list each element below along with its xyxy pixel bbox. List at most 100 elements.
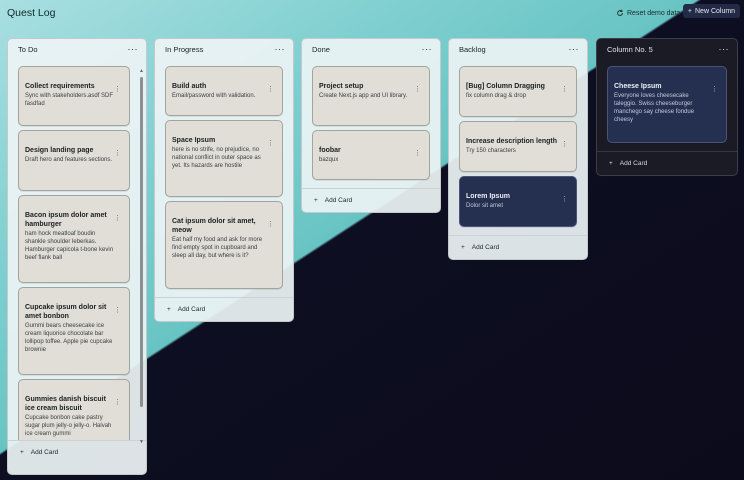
card-menu-icon[interactable]: ⋮ (267, 86, 274, 93)
plus-icon: + (461, 244, 465, 251)
add-card-label: Add Card (30, 449, 59, 456)
column-header: In Progress ··· (155, 39, 293, 59)
card-description: fix column drag & drop (466, 93, 527, 100)
column-menu-icon[interactable]: ··· (719, 44, 730, 54)
card-title: Build auth (172, 83, 207, 90)
card[interactable]: [Bug] Column Dragging fix column drag & … (459, 66, 577, 117)
card[interactable]: Increase description length Try 150 char… (459, 121, 577, 172)
card-description: Draft hero and features sections. (25, 157, 113, 164)
card[interactable]: Design landing page Draft hero and featu… (18, 130, 130, 191)
column-title: Backlog (459, 44, 486, 54)
add-card-button[interactable]: + Add Card (597, 151, 737, 175)
card-menu-icon[interactable]: ⋮ (114, 86, 121, 93)
column-menu-icon[interactable]: ··· (569, 44, 580, 54)
card-menu-icon[interactable]: ⋮ (267, 140, 274, 147)
column-menu-icon[interactable]: ··· (128, 44, 139, 54)
plus-icon: + (687, 7, 692, 15)
card-description: bazqux (319, 157, 339, 164)
scroll-down-icon[interactable]: ▼ (139, 440, 144, 445)
add-card-button[interactable]: + Add Card (8, 440, 146, 464)
card-description: Gummi bears cheesecake ice cream liquori… (25, 323, 113, 354)
column-todo: To Do ··· Collect requirements Sync with… (7, 38, 147, 475)
card-title: [Bug] Column Dragging (466, 83, 545, 90)
card[interactable]: Gummies danish biscuit ice cream biscuit… (18, 379, 130, 440)
card-list: Project setup Create Next.js app and UI … (302, 59, 440, 188)
plus-icon: + (609, 160, 613, 167)
add-card-button[interactable]: + Add Card (449, 235, 587, 259)
card-menu-icon[interactable]: ⋮ (267, 221, 274, 228)
new-column-label: New Column (695, 7, 736, 15)
top-bar: Quest Log Reset demo data + New Column (0, 0, 744, 26)
card[interactable]: Collect requirements Sync with stakehold… (18, 66, 130, 126)
card-description: Sync with stakeholders.asdf SDF fasdfad (25, 93, 114, 108)
card-title: foobar (319, 147, 341, 154)
card-title: Gummies danish biscuit ice cream biscuit (25, 396, 106, 413)
card-description: Everyone loves cheesecake taleggio. Swis… (614, 93, 695, 124)
card[interactable]: foobar bazqux ⋮ (312, 130, 430, 180)
card[interactable]: Bacon ipsum dolor amet hamburger ham hoc… (18, 195, 130, 283)
card[interactable]: Lorem Ipsum Dolor sit amet ⋮ (459, 176, 577, 227)
column-title: Done (312, 44, 330, 54)
card-description: Dolor sit amet (466, 203, 504, 210)
card-description: Cupcake bonbon cake pastry sugar plum je… (25, 415, 112, 438)
card-title: Cupcake ipsum dolor sit amet bonbon (25, 304, 107, 321)
card-menu-icon[interactable]: ⋮ (114, 399, 121, 406)
card-menu-icon[interactable]: ⋮ (711, 86, 718, 93)
column-no-5: Column No. 5 ··· Cheese Ipsum Everyone l… (596, 38, 738, 176)
column-in-progress: In Progress ··· Build auth Email/passwor… (154, 38, 294, 322)
column-header: Column No. 5 ··· (597, 39, 737, 59)
column-header: Backlog ··· (449, 39, 587, 59)
reset-demo-label: Reset demo data (627, 9, 681, 17)
card-menu-icon[interactable]: ⋮ (414, 150, 421, 157)
refresh-icon (617, 9, 623, 16)
card-menu-icon[interactable]: ⋮ (561, 86, 568, 93)
card[interactable]: Cat ipsum dolor sit amet, meow Eat half … (165, 201, 283, 289)
card-menu-icon[interactable]: ⋮ (414, 86, 421, 93)
scroll-thumb[interactable] (140, 77, 143, 407)
card-title: Design landing page (25, 147, 94, 154)
card[interactable]: Cupcake ipsum dolor sit amet bonbon Gumm… (18, 287, 130, 375)
column-menu-icon[interactable]: ··· (275, 44, 286, 54)
card-menu-icon[interactable]: ⋮ (561, 141, 568, 148)
card-title: Cheese Ipsum (614, 83, 662, 90)
column-done: Done ··· Project setup Create Next.js ap… (301, 38, 441, 213)
card-title: Project setup (319, 83, 364, 90)
add-card-button[interactable]: + Add Card (155, 297, 293, 321)
card-menu-icon[interactable]: ⋮ (114, 307, 121, 314)
card-list: Collect requirements Sync with stakehold… (8, 59, 146, 440)
card[interactable]: Space Ipsum here is no strife, no prejud… (165, 120, 283, 197)
app-title: Quest Log (7, 7, 56, 19)
card-description: Try 150 characters (466, 148, 516, 155)
add-card-label: Add Card (471, 244, 500, 251)
card-title: Space Ipsum (172, 137, 216, 144)
card-description: ham hock meatloaf boudin shankle shoulde… (25, 231, 114, 262)
plus-icon: + (20, 449, 24, 456)
card-title: Collect requirements (25, 83, 95, 90)
scroll-up-icon[interactable]: ▲ (139, 69, 144, 74)
card-title: Lorem Ipsum (466, 193, 510, 200)
card-title: Increase description length (466, 138, 558, 145)
card[interactable]: Project setup Create Next.js app and UI … (312, 66, 430, 126)
card-menu-icon[interactable]: ⋮ (114, 215, 121, 222)
column-title: To Do (18, 44, 38, 54)
reset-demo-button[interactable]: Reset demo data (616, 6, 680, 20)
column-title: Column No. 5 (607, 44, 653, 54)
card-description: Email/password with validation. (172, 93, 256, 100)
column-header: To Do ··· (8, 39, 146, 59)
column-header: Done ··· (302, 39, 440, 59)
scrollbar[interactable]: ▲ ▼ (139, 69, 144, 445)
card-menu-icon[interactable]: ⋮ (561, 196, 568, 203)
card-list: Cheese Ipsum Everyone loves cheesecake t… (597, 59, 737, 151)
add-card-button[interactable]: + Add Card (302, 188, 440, 212)
new-column-button[interactable]: + New Column (683, 4, 740, 18)
card-list: Build auth Email/password with validatio… (155, 59, 293, 297)
card-menu-icon[interactable]: ⋮ (114, 150, 121, 157)
column-menu-icon[interactable]: ··· (422, 44, 433, 54)
plus-icon: + (314, 197, 318, 204)
card-title: Cat ipsum dolor sit amet, meow (172, 218, 256, 235)
card[interactable]: Build auth Email/password with validatio… (165, 66, 283, 116)
add-card-label: Add Card (324, 197, 353, 204)
card[interactable]: Cheese Ipsum Everyone loves cheesecake t… (607, 66, 727, 143)
plus-icon: + (167, 306, 171, 313)
card-description: Eat half my food and ask for more find e… (172, 237, 263, 260)
